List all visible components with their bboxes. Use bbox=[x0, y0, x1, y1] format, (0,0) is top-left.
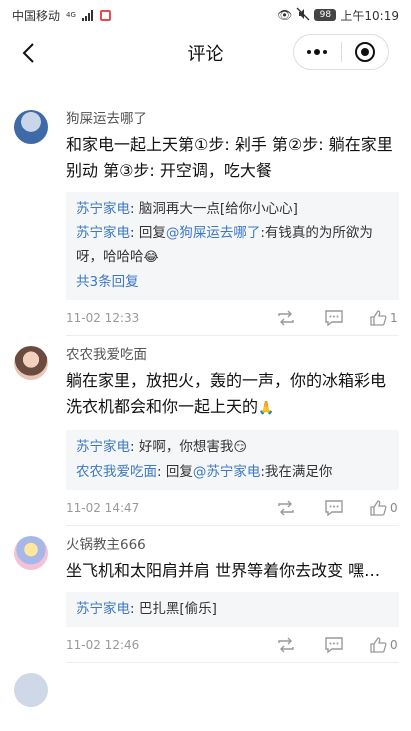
mini-program-capsule bbox=[293, 34, 389, 70]
close-button[interactable] bbox=[342, 35, 389, 69]
like-count: 0 bbox=[390, 637, 398, 652]
notification-icon bbox=[99, 9, 111, 21]
comment-icon bbox=[325, 309, 343, 326]
thumbs-up-icon bbox=[370, 636, 387, 653]
comment-list: 狗屎运去哪了 和家电一起上天第①步: 剁手 第②步: 躺在家里别动 第③步: 开… bbox=[0, 100, 411, 707]
pray-emoji: 🙏 bbox=[258, 401, 275, 416]
more-icon bbox=[307, 49, 328, 55]
reply-item: 苏宁家电: 巴扎黑[偷乐] bbox=[76, 597, 389, 621]
comment-icon bbox=[325, 636, 343, 653]
reply-mention[interactable]: @苏宁家电 bbox=[193, 464, 261, 480]
avatar[interactable] bbox=[14, 110, 48, 144]
avatar[interactable] bbox=[14, 346, 48, 380]
network-label: 4G bbox=[66, 10, 76, 19]
avatar[interactable] bbox=[14, 536, 48, 570]
reply-button[interactable] bbox=[321, 498, 347, 518]
reply-button[interactable] bbox=[321, 308, 347, 328]
share-icon bbox=[278, 310, 294, 325]
comment-meta: 11-02 12:33 1 bbox=[66, 300, 399, 336]
clock: 上午10:19 bbox=[340, 8, 399, 23]
signal-icon bbox=[81, 9, 93, 21]
reply-box[interactable]: 苏宁家电: 好啊，你想害我😏 农农我爱吃面: 回复@苏宁家电:我在满足你 bbox=[66, 430, 399, 490]
comment-item: 农农我爱吃面 躺在家里，放把火，轰的一声，你的冰箱彩电洗衣机都会和你一起上天的🙏… bbox=[0, 336, 411, 526]
comment-content: 坐飞机和太阳肩并肩 世界等着你去改变 嘿… bbox=[66, 561, 381, 580]
reply-mention[interactable]: @狗屎运去哪了 bbox=[166, 225, 261, 241]
share-button[interactable] bbox=[273, 498, 299, 518]
share-button[interactable] bbox=[273, 635, 299, 655]
share-icon bbox=[278, 637, 294, 652]
reply-author[interactable]: 苏宁家电 bbox=[76, 601, 130, 617]
like-button[interactable]: 0 bbox=[369, 635, 399, 655]
reply-button[interactable] bbox=[321, 635, 347, 655]
reply-item: 农农我爱吃面: 回复@苏宁家电:我在满足你 bbox=[76, 460, 389, 484]
comment-meta: 11-02 12:46 0 bbox=[66, 627, 399, 663]
eye-icon: 👁 bbox=[277, 8, 293, 22]
avatar[interactable] bbox=[14, 673, 48, 707]
comment-content-wrap: 躺在家里，放把火，轰的一声，你的冰箱彩电洗衣机都会和你一起上天的🙏 bbox=[66, 368, 399, 422]
comment-item bbox=[0, 663, 411, 707]
like-count: 1 bbox=[390, 310, 398, 325]
page-title: 评论 bbox=[187, 44, 224, 65]
comment-username[interactable]: 狗屎运去哪了 bbox=[66, 108, 399, 128]
carrier-label: 中国移动 bbox=[12, 8, 61, 23]
like-button[interactable]: 1 bbox=[369, 308, 399, 328]
like-count: 0 bbox=[390, 500, 398, 515]
reply-author[interactable]: 苏宁家电 bbox=[76, 201, 130, 217]
thumbs-up-icon bbox=[370, 309, 387, 326]
more-button[interactable] bbox=[294, 35, 341, 69]
comment-time: 11-02 14:47 bbox=[66, 500, 140, 515]
reply-author[interactable]: 苏宁家电 bbox=[76, 225, 130, 241]
nav-bar: 评论 bbox=[0, 30, 411, 76]
reply-text: :我在满足你 bbox=[260, 464, 333, 480]
comment-username[interactable]: 火锅教主666 bbox=[66, 534, 399, 554]
laugh-emoji: 😂 bbox=[143, 250, 159, 265]
reply-box[interactable]: 苏宁家电: 脑洞再大一点[给你小心心] 苏宁家电: 回复@狗屎运去哪了:有钱真的… bbox=[66, 192, 399, 300]
reply-item: 苏宁家电: 回复@狗屎运去哪了:有钱真的为所欲为呀，哈哈哈😂 bbox=[76, 221, 389, 270]
mute-icon bbox=[296, 7, 310, 24]
back-button[interactable] bbox=[14, 38, 42, 68]
comment-username[interactable]: 农农我爱吃面 bbox=[66, 344, 399, 364]
comment-time: 11-02 12:33 bbox=[66, 310, 140, 325]
like-button[interactable]: 0 bbox=[369, 498, 399, 518]
comment-time: 11-02 12:46 bbox=[66, 637, 140, 652]
reply-item: 苏宁家电: 脑洞再大一点[给你小心心] bbox=[76, 197, 389, 221]
thumbs-up-icon bbox=[370, 499, 387, 516]
reply-text: : 好啊，你想害我 bbox=[130, 439, 234, 455]
expand-replies-link[interactable]: 共3条回复 bbox=[76, 270, 389, 294]
chevron-left-icon bbox=[22, 43, 34, 63]
reply-item: 苏宁家电: 好啊，你想害我😏 bbox=[76, 435, 389, 460]
comment-content: 和家电一起上天第①步: 剁手 第②步: 躺在家里别动 第③步: 开空调，吃大餐 bbox=[66, 135, 393, 180]
status-left: 中国移动 4G bbox=[12, 7, 111, 24]
smirk-emoji: 😏 bbox=[233, 440, 247, 455]
comment-item: 狗屎运去哪了 和家电一起上天第①步: 剁手 第②步: 躺在家里别动 第③步: 开… bbox=[0, 100, 411, 336]
reply-text: : 回复 bbox=[157, 464, 193, 480]
comment-content: 躺在家里，放把火，轰的一声，你的冰箱彩电洗衣机都会和你一起上天的 bbox=[66, 371, 387, 416]
close-target-icon bbox=[354, 42, 375, 62]
comment-item: 火锅教主666 坐飞机和太阳肩并肩 世界等着你去改变 嘿… 苏宁家电: 巴扎黑[… bbox=[0, 526, 411, 663]
battery-icon: 98 bbox=[314, 9, 337, 21]
reply-text: : 巴扎黑[偷乐] bbox=[130, 601, 217, 617]
reply-text: : 脑洞再大一点[给你小心心] bbox=[130, 201, 298, 217]
reply-box[interactable]: 苏宁家电: 巴扎黑[偷乐] bbox=[66, 592, 399, 627]
reply-author[interactable]: 苏宁家电 bbox=[76, 439, 130, 455]
comment-meta: 11-02 14:47 0 bbox=[66, 490, 399, 526]
share-button[interactable] bbox=[273, 308, 299, 328]
reply-text: : 回复 bbox=[130, 225, 166, 241]
share-icon bbox=[278, 500, 294, 515]
status-bar: 中国移动 4G 👁 98 上午10:19 bbox=[0, 0, 411, 30]
comment-icon bbox=[325, 499, 343, 516]
reply-author[interactable]: 农农我爱吃面 bbox=[76, 464, 157, 480]
status-right: 👁 98 上午10:19 bbox=[277, 7, 399, 24]
